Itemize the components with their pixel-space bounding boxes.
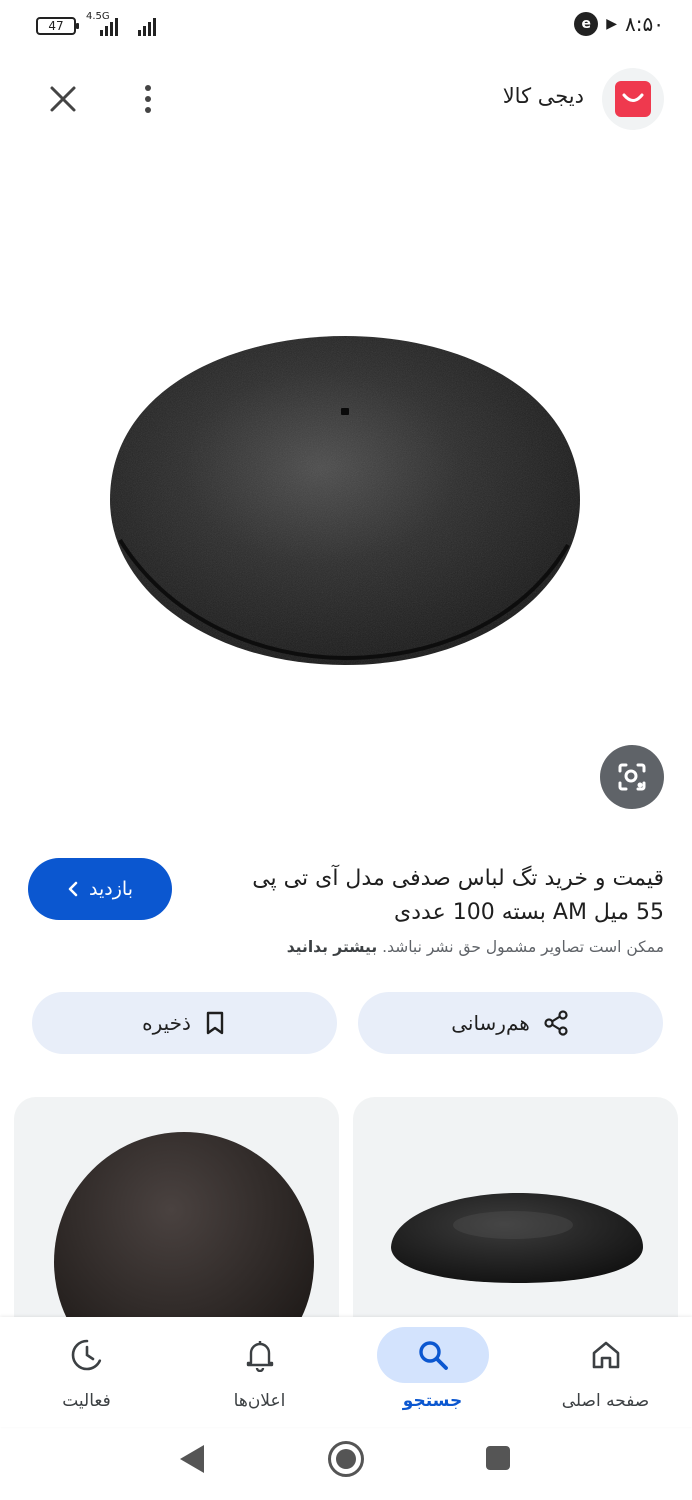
nav-activity-label: فعالیت (62, 1391, 111, 1411)
share-label: هم‌رسانی (451, 1011, 530, 1035)
nav-search[interactable]: جستجو (346, 1317, 519, 1427)
visit-button[interactable]: بازدید (28, 858, 172, 920)
close-icon (50, 86, 76, 112)
nav-search-label: جستجو (402, 1391, 463, 1411)
status-bar: 47 4.5G e ▶ ۸:۵۰ (0, 0, 692, 52)
nav-home[interactable]: صفحه اصلی (519, 1317, 692, 1427)
bottom-navigation: صفحه اصلی جستجو اعلان‌ها فعالیت (0, 1317, 692, 1427)
bookmark-icon (206, 1011, 224, 1035)
save-button[interactable]: ذخیره (32, 992, 337, 1054)
close-button[interactable] (40, 76, 86, 122)
save-label: ذخیره (142, 1011, 191, 1035)
nav-activity[interactable]: فعالیت (0, 1317, 173, 1427)
share-button[interactable]: هم‌رسانی (358, 992, 663, 1054)
share-icon (544, 1010, 568, 1036)
related-image-2[interactable] (14, 1097, 339, 1327)
recents-icon[interactable] (486, 1446, 510, 1470)
signal-icon (100, 16, 118, 36)
back-icon[interactable] (180, 1445, 204, 1473)
search-icon (418, 1341, 448, 1370)
result-title[interactable]: قیمت و خرید تگ لباس صدفی مدل آی تی پی 55… (204, 862, 664, 930)
related-disc-image (54, 1132, 314, 1327)
related-tag-image (391, 1193, 643, 1283)
activity-icon (71, 1339, 102, 1371)
signal-icon-2 (138, 16, 156, 36)
more-options-button[interactable] (128, 76, 168, 122)
nav-notifications-label: اعلان‌ها (233, 1391, 286, 1411)
app-notification-icon: e (574, 12, 599, 36)
system-navigation-bar (0, 1427, 692, 1500)
chevron-left-icon (68, 881, 78, 897)
more-vert-icon (145, 85, 151, 91)
nav-notifications[interactable]: اعلان‌ها (173, 1317, 346, 1427)
viewer-header: دیجی کالا (0, 60, 692, 136)
home-circle-icon[interactable] (328, 1441, 364, 1477)
learn-more-link[interactable]: بیشتر بدانید (287, 938, 377, 956)
bell-icon (246, 1341, 273, 1372)
copyright-notice: ممکن است تصاویر مشمول حق نشر نباشد. بیشت… (287, 938, 664, 956)
play-icon: ▶ (606, 16, 618, 32)
google-lens-button[interactable] (600, 745, 664, 809)
black-tag-image (110, 336, 580, 665)
lens-icon (618, 763, 646, 791)
site-logo[interactable] (602, 68, 664, 130)
site-name[interactable]: دیجی کالا (503, 84, 584, 108)
result-title-line2: 55 میل AM بسته 100 عددی (394, 900, 664, 925)
home-icon (592, 1341, 619, 1369)
main-image[interactable] (0, 140, 692, 820)
digikala-logo-icon (622, 93, 644, 102)
nav-home-label: صفحه اصلی (561, 1391, 650, 1411)
visit-label: بازدید (89, 878, 133, 900)
copyright-text: ممکن است تصاویر مشمول حق نشر نباشد. (382, 938, 664, 956)
battery-indicator: 47 (36, 17, 79, 35)
related-image-1[interactable] (353, 1097, 678, 1327)
clock: ۸:۵۰ (625, 12, 664, 36)
result-title-line1: قیمت و خرید تگ لباس صدفی مدل آی تی پی (252, 866, 664, 891)
